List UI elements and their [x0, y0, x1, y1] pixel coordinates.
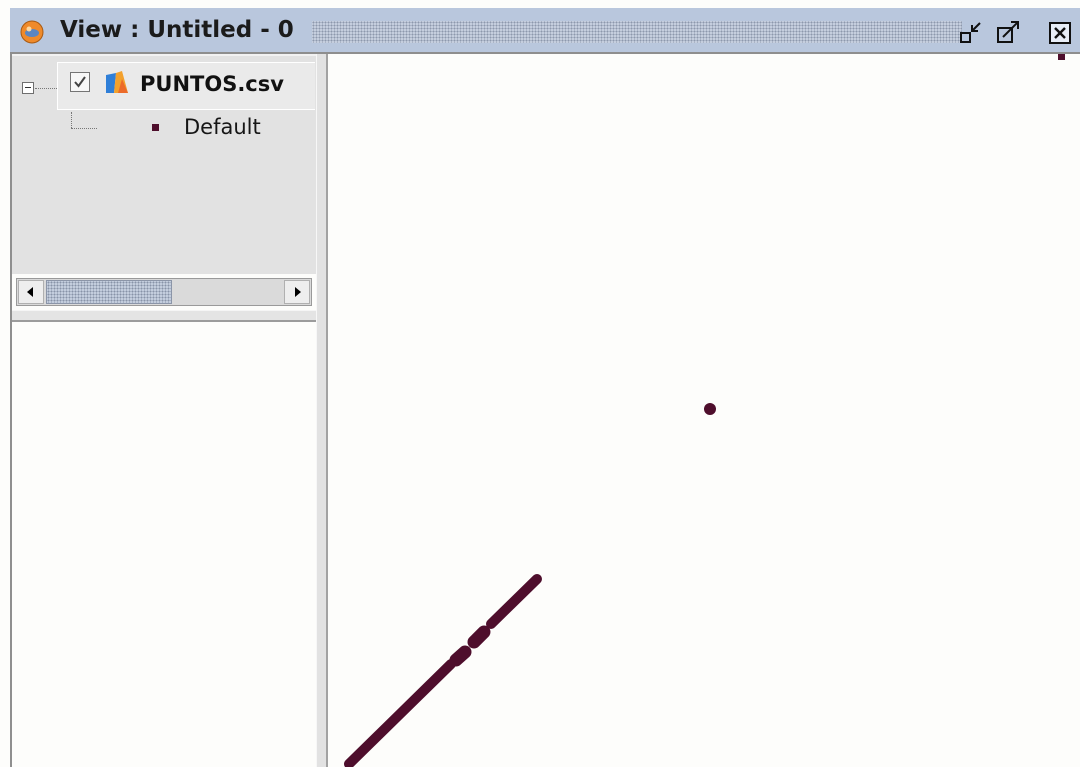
vector-layer-icon: [104, 69, 130, 95]
minimize-icon[interactable]: [958, 20, 986, 46]
layer-name: PUNTOS.csv: [140, 72, 284, 96]
map-point: [704, 403, 716, 415]
toc-horizontal-scrollbar[interactable]: [16, 278, 312, 306]
close-icon[interactable]: [1047, 20, 1075, 46]
table-of-contents: PUNTOS.csv Default: [12, 54, 316, 306]
titlebar-grip[interactable]: [312, 21, 962, 43]
tree-connector: [71, 128, 97, 129]
left-panel: PUNTOS.csv Default: [10, 54, 316, 767]
panel-splitter-vertical[interactable]: [316, 54, 328, 767]
legend-label-default: Default: [184, 115, 261, 139]
map-point-cluster: [344, 659, 456, 767]
map-point-cluster: [467, 625, 491, 649]
tree-connector: [71, 112, 72, 128]
legend-point-symbol: [152, 124, 159, 131]
scroll-thumb[interactable]: [46, 280, 172, 304]
tree-collapse-icon[interactable]: [22, 82, 34, 94]
layer-visibility-checkbox[interactable]: [70, 72, 90, 92]
locator-map[interactable]: [12, 322, 316, 767]
gvsig-globe-icon: [20, 20, 44, 44]
checkmark-icon: [74, 76, 86, 88]
layer-item-puntos[interactable]: PUNTOS.csv: [57, 62, 315, 110]
map-point: [1058, 54, 1065, 60]
panel-splitter-horizontal[interactable]: [12, 310, 316, 322]
scroll-right-arrow-icon[interactable]: [284, 280, 310, 304]
tree-connector: [35, 88, 57, 89]
window-title: View : Untitled - 0: [60, 17, 294, 43]
maximize-icon[interactable]: [995, 20, 1023, 46]
map-layer-graphics: [344, 54, 1065, 767]
window-titlebar[interactable]: View : Untitled - 0: [10, 8, 1080, 54]
map-canvas[interactable]: [328, 54, 1080, 767]
map-point-cluster: [486, 574, 542, 629]
scroll-left-arrow-icon[interactable]: [18, 280, 44, 304]
map-point-cluster: [449, 645, 472, 667]
